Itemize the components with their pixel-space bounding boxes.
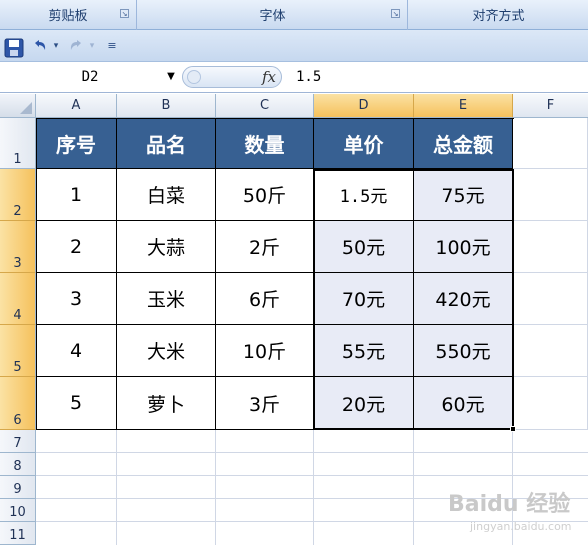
clipboard-dialog-launcher-icon[interactable]: ↘ (120, 9, 129, 18)
row-header-11[interactable]: 11 (0, 522, 36, 545)
table-cell[interactable]: 1 (36, 169, 117, 221)
watermark-url: jingyan.baidu.com (470, 520, 572, 533)
row-header-10[interactable]: 10 (0, 499, 36, 522)
ribbon-group-label: 字体 (259, 9, 286, 24)
table-cell[interactable]: 550元 (414, 325, 513, 377)
empty-cell[interactable] (513, 169, 588, 221)
table-cell[interactable]: 3 (36, 273, 117, 325)
row-header-7[interactable]: 7 (0, 430, 36, 453)
customize-icon[interactable]: ≡ (104, 36, 120, 56)
font-dialog-launcher-icon[interactable]: ↘ (391, 9, 400, 18)
row-header-9[interactable]: 9 (0, 476, 36, 499)
table-cell[interactable]: 白菜 (117, 169, 216, 221)
ribbon-group-label: 对齐方式 (472, 9, 525, 24)
table-cell[interactable]: 70元 (314, 273, 414, 325)
empty-cell[interactable] (513, 325, 588, 377)
ribbon-group-label: 剪贴板 (48, 9, 88, 24)
column-header-b[interactable]: B (117, 94, 216, 118)
column-header-e[interactable]: E (414, 94, 513, 118)
column-header-a[interactable]: A (36, 94, 117, 118)
row-header-4[interactable]: 4 (0, 273, 36, 325)
undo-dropdown-icon[interactable]: ▾ (50, 36, 62, 56)
active-cell[interactable]: 1.5元 (314, 169, 414, 221)
table-cell[interactable]: 大蒜 (117, 221, 216, 273)
row-header-6[interactable]: 6 (0, 377, 36, 430)
row-header-2[interactable]: 2 (0, 169, 36, 221)
undo-icon[interactable] (30, 36, 50, 56)
table-cell[interactable]: 60元 (414, 377, 513, 430)
table-cell[interactable]: 50斤 (216, 169, 314, 221)
row-header-3[interactable]: 3 (0, 221, 36, 273)
table-cell[interactable]: 20元 (314, 377, 414, 430)
table-cell[interactable]: 55元 (314, 325, 414, 377)
insert-function-icon[interactable]: fx (258, 66, 280, 88)
table-cell[interactable]: 玉米 (117, 273, 216, 325)
redo-icon[interactable] (66, 36, 86, 56)
row-header-5[interactable]: 5 (0, 325, 36, 377)
formula-bar-grip-icon[interactable] (187, 70, 201, 84)
table-cell[interactable]: 6斤 (216, 273, 314, 325)
table-cell[interactable]: 420元 (414, 273, 513, 325)
save-icon[interactable] (4, 38, 24, 58)
table-header-cell[interactable]: 单价 (314, 118, 414, 169)
ribbon-group-alignment[interactable]: 对齐方式 (409, 0, 588, 30)
table-header-cell[interactable]: 序号 (36, 118, 117, 169)
table-header-cell[interactable]: 总金额 (414, 118, 513, 169)
fill-handle[interactable] (510, 426, 516, 432)
ribbon-group-clipboard[interactable]: 剪贴板 (0, 0, 137, 30)
name-box[interactable]: D2 (0, 65, 180, 89)
table-cell[interactable]: 大米 (117, 325, 216, 377)
table-cell[interactable]: 5 (36, 377, 117, 430)
column-header-c[interactable]: C (216, 94, 314, 118)
table-cell[interactable]: 100元 (414, 221, 513, 273)
table-header-cell[interactable]: 数量 (216, 118, 314, 169)
select-all-button[interactable] (0, 94, 36, 118)
table-cell[interactable]: 2 (36, 221, 117, 273)
table-header-cell[interactable]: 品名 (117, 118, 216, 169)
table-cell[interactable]: 50元 (314, 221, 414, 273)
row-header-8[interactable]: 8 (0, 453, 36, 476)
row-header-1[interactable]: 1 (0, 118, 36, 169)
redo-dropdown-icon[interactable]: ▾ (86, 36, 98, 56)
empty-cell[interactable] (513, 221, 588, 273)
empty-cell[interactable] (513, 377, 588, 430)
table-cell[interactable]: 2斤 (216, 221, 314, 273)
ribbon-group-font[interactable]: 字体 (138, 0, 408, 30)
table-cell[interactable]: 萝卜 (117, 377, 216, 430)
column-header-d[interactable]: D (314, 94, 414, 118)
table-cell[interactable]: 10斤 (216, 325, 314, 377)
name-box-dropdown-icon[interactable]: ▼ (164, 65, 178, 89)
formula-input[interactable]: 1.5 (296, 65, 586, 89)
table-cell[interactable]: 4 (36, 325, 117, 377)
empty-cell[interactable] (513, 273, 588, 325)
table-cell[interactable]: 75元 (414, 169, 513, 221)
column-header-f[interactable]: F (513, 94, 588, 118)
table-cell[interactable]: 3斤 (216, 377, 314, 430)
empty-cell[interactable] (513, 118, 588, 169)
